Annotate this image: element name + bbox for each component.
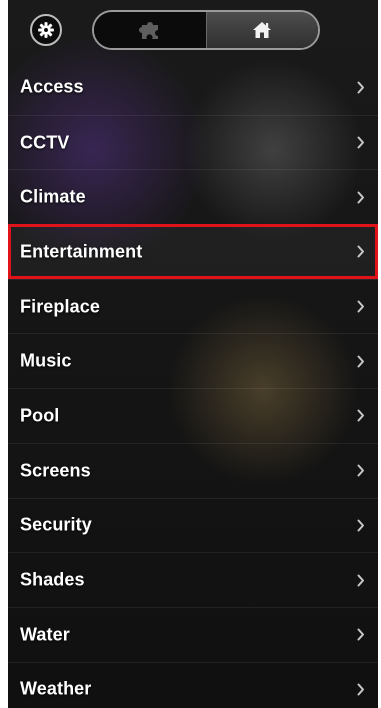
menu-item-pool[interactable]: Pool [8, 388, 378, 443]
home-icon [253, 22, 272, 38]
chevron-right-icon [356, 354, 366, 368]
top-toolbar [8, 0, 378, 60]
tab-home[interactable] [205, 12, 318, 48]
menu-item-shades[interactable]: Shades [8, 552, 378, 607]
chevron-right-icon [356, 300, 366, 314]
menu-item-water[interactable]: Water [8, 606, 378, 662]
chevron-right-icon [356, 245, 366, 259]
menu-item-weather[interactable]: Weather [8, 661, 378, 708]
gear-icon [38, 22, 54, 38]
menu-item-label: Shades [20, 569, 85, 590]
menu-item-access[interactable]: Access [8, 60, 378, 115]
menu-item-label: Access [20, 76, 84, 97]
menu-item-label: Music [20, 350, 72, 371]
menu-item-climate[interactable]: Climate [8, 169, 378, 224]
chevron-right-icon [356, 190, 366, 204]
chevron-right-icon [356, 518, 366, 532]
menu-item-label: Security [20, 514, 92, 535]
app-frame: Access CCTV Climate Entertainment Firepl… [8, 0, 378, 708]
menu-item-security[interactable]: Security [8, 497, 378, 553]
view-segmented-control [92, 10, 320, 50]
menu-item-label: Water [20, 624, 70, 645]
chevron-right-icon [356, 682, 366, 696]
menu-item-cctv[interactable]: CCTV [8, 114, 378, 170]
chevron-right-icon [356, 409, 366, 423]
menu-item-label: Pool [20, 405, 60, 426]
chevron-right-icon [356, 136, 366, 150]
settings-button[interactable] [30, 14, 62, 46]
puzzle-icon [138, 22, 158, 39]
menu-item-screens[interactable]: Screens [8, 442, 378, 498]
chevron-right-icon [356, 573, 366, 587]
menu-item-label: Entertainment [20, 241, 143, 262]
menu-item-entertainment[interactable]: Entertainment [8, 224, 378, 279]
tab-devices[interactable] [94, 12, 206, 48]
menu-item-label: Screens [20, 460, 91, 481]
menu-item-music[interactable]: Music [8, 333, 378, 388]
menu-item-label: Fireplace [20, 296, 100, 317]
menu-item-label: Weather [20, 678, 92, 699]
menu-item-fireplace[interactable]: Fireplace [8, 278, 378, 334]
menu-item-label: Climate [20, 186, 86, 207]
chevron-right-icon [356, 628, 366, 642]
chevron-right-icon [356, 464, 366, 478]
menu-list: Access CCTV Climate Entertainment Firepl… [8, 60, 378, 708]
menu-item-label: CCTV [20, 132, 70, 153]
chevron-right-icon [356, 80, 366, 94]
